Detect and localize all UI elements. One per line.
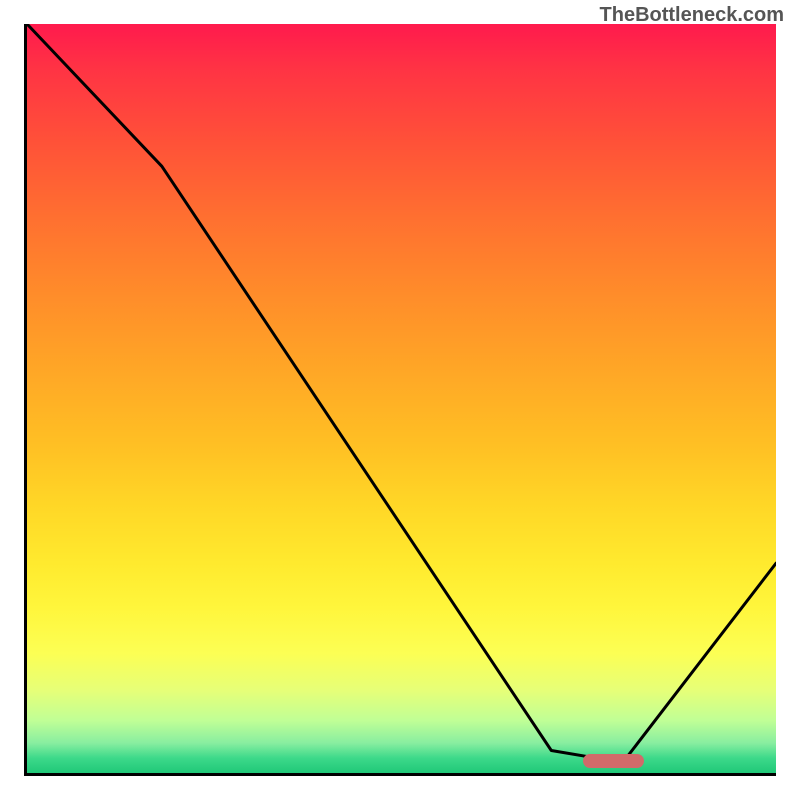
curve-path [27, 24, 776, 758]
bottleneck-curve [27, 24, 776, 773]
chart-plot-area [24, 24, 776, 776]
optimal-range-marker [583, 754, 643, 768]
watermark-text: TheBottleneck.com [600, 4, 784, 27]
